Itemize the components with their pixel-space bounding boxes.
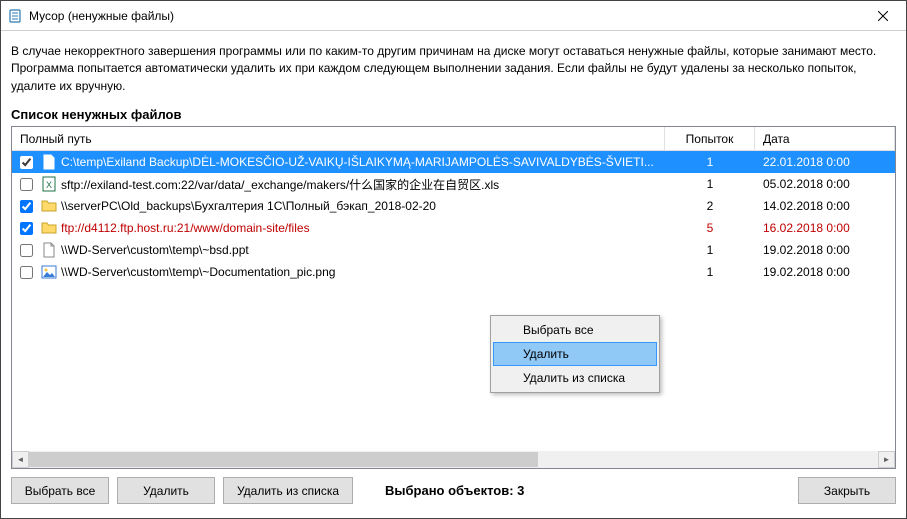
- path-text: sftp://exiland-test.com:22/var/data/_exc…: [61, 176, 657, 193]
- horizontal-scrollbar[interactable]: ◄ ►: [12, 451, 895, 468]
- excel-icon: X: [41, 176, 57, 192]
- table-row[interactable]: ftp://d4112.ftp.host.ru:21/www/domain-si…: [12, 217, 895, 239]
- cell-path: Xsftp://exiland-test.com:22/var/data/_ex…: [12, 176, 665, 193]
- app-icon: [7, 8, 23, 24]
- dialog-window: Мусор (ненужные файлы) В случае некоррек…: [0, 0, 907, 519]
- ctx-select-all[interactable]: Выбрать все: [493, 318, 657, 342]
- cell-date: 14.02.2018 0:00: [755, 199, 895, 213]
- row-checkbox[interactable]: [20, 222, 33, 235]
- table-row[interactable]: \\WD-Server\custom\temp\~bsd.ppt 119.02.2…: [12, 239, 895, 261]
- selected-count-label: Выбрано объектов: 3: [385, 483, 524, 498]
- row-checkbox[interactable]: [20, 156, 33, 169]
- cell-date: 05.02.2018 0:00: [755, 177, 895, 191]
- delete-button[interactable]: Удалить: [117, 477, 215, 504]
- cell-attempts: 2: [665, 199, 755, 213]
- footer: Выбрать все Удалить Удалить из списка Вы…: [11, 469, 896, 512]
- cell-date: 16.02.2018 0:00: [755, 221, 895, 235]
- cell-path: ftp://d4112.ftp.host.ru:21/www/domain-si…: [12, 220, 665, 236]
- cell-date: 19.02.2018 0:00: [755, 265, 895, 279]
- image-icon: [41, 264, 57, 280]
- table-row[interactable]: \\serverPC\Old_backups\Бухгалтерия 1С\По…: [12, 195, 895, 217]
- row-checkbox[interactable]: [20, 266, 33, 279]
- cell-attempts: 1: [665, 243, 755, 257]
- cell-path: \\WD-Server\custom\temp\~Documentation_p…: [12, 264, 665, 280]
- row-checkbox[interactable]: [20, 178, 33, 191]
- close-icon[interactable]: [860, 1, 906, 31]
- cell-attempts: 5: [665, 221, 755, 235]
- file-list: Полный путь Попыток Дата C:\temp\Exiland…: [11, 126, 896, 469]
- row-checkbox[interactable]: [20, 200, 33, 213]
- scroll-thumb[interactable]: [29, 452, 538, 467]
- ctx-remove-from-list[interactable]: Удалить из списка: [493, 366, 657, 390]
- scroll-left-icon[interactable]: ◄: [12, 451, 29, 468]
- cell-attempts: 1: [665, 177, 755, 191]
- cell-path: C:\temp\Exiland Backup\DĖL-MOKESČIO-UŽ-V…: [12, 154, 665, 170]
- file-icon: [41, 154, 57, 170]
- file-icon: [41, 242, 57, 258]
- path-text: ftp://d4112.ftp.host.ru:21/www/domain-si…: [61, 221, 657, 235]
- column-header-path[interactable]: Полный путь: [12, 127, 665, 150]
- titlebar: Мусор (ненужные файлы): [1, 1, 906, 31]
- path-text: \\WD-Server\custom\temp\~bsd.ppt: [61, 243, 657, 257]
- cell-attempts: 1: [665, 155, 755, 169]
- select-all-button[interactable]: Выбрать все: [11, 477, 109, 504]
- context-menu: Выбрать все Удалить Удалить из списка: [490, 315, 660, 393]
- scroll-track[interactable]: [29, 451, 878, 468]
- cell-path: \\WD-Server\custom\temp\~bsd.ppt: [12, 242, 665, 258]
- row-checkbox[interactable]: [20, 244, 33, 257]
- table-row[interactable]: Xsftp://exiland-test.com:22/var/data/_ex…: [12, 173, 895, 195]
- close-button[interactable]: Закрыть: [798, 477, 896, 504]
- remove-from-list-button[interactable]: Удалить из списка: [223, 477, 353, 504]
- cell-date: 22.01.2018 0:00: [755, 155, 895, 169]
- path-text: C:\temp\Exiland Backup\DĖL-MOKESČIO-UŽ-V…: [61, 155, 657, 169]
- svg-text:X: X: [46, 180, 52, 190]
- column-header-attempts[interactable]: Попыток: [665, 127, 755, 150]
- table-row[interactable]: \\WD-Server\custom\temp\~Documentation_p…: [12, 261, 895, 283]
- path-text: \\WD-Server\custom\temp\~Documentation_p…: [61, 265, 657, 279]
- cell-attempts: 1: [665, 265, 755, 279]
- folder-icon: [41, 198, 57, 214]
- cell-date: 19.02.2018 0:00: [755, 243, 895, 257]
- column-header-date[interactable]: Дата: [755, 127, 895, 150]
- info-text: В случае некорректного завершения програ…: [11, 43, 896, 95]
- ctx-delete[interactable]: Удалить: [493, 342, 657, 366]
- cell-path: \\serverPC\Old_backups\Бухгалтерия 1С\По…: [12, 198, 665, 214]
- dialog-content: В случае некорректного завершения програ…: [1, 31, 906, 518]
- list-body: C:\temp\Exiland Backup\DĖL-MOKESČIO-UŽ-V…: [12, 151, 895, 451]
- table-row[interactable]: C:\temp\Exiland Backup\DĖL-MOKESČIO-UŽ-V…: [12, 151, 895, 173]
- path-text: \\serverPC\Old_backups\Бухгалтерия 1С\По…: [61, 199, 657, 213]
- list-header: Полный путь Попыток Дата: [12, 127, 895, 151]
- list-label: Список ненужных файлов: [11, 107, 896, 122]
- window-title: Мусор (ненужные файлы): [29, 9, 860, 23]
- scroll-right-icon[interactable]: ►: [878, 451, 895, 468]
- folder-icon: [41, 220, 57, 236]
